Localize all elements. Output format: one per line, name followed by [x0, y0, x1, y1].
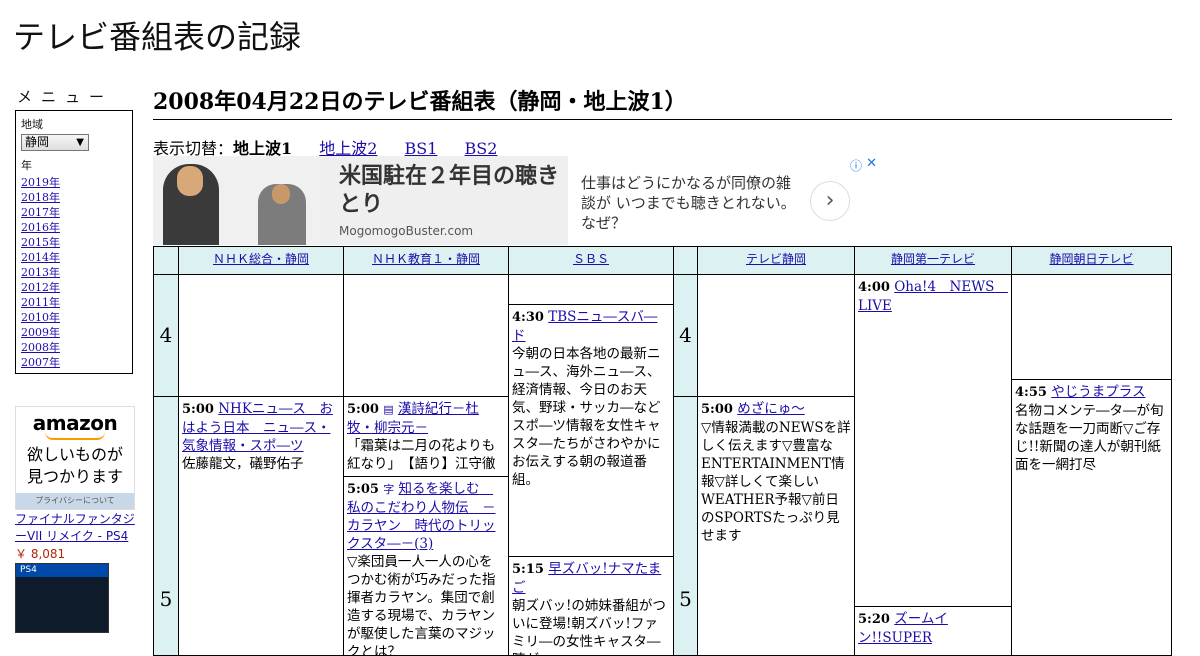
channel-link-daiichi[interactable]: 静岡第一テレビ [891, 252, 975, 266]
program-time: 5:00 [701, 402, 733, 417]
program-time: 5:20 [858, 612, 890, 627]
year-link-2018[interactable]: 2018年 [21, 191, 60, 204]
program-cell: 5:05 字 知るを楽しむ 私のこだわり人物伝 －カラヤン 時代のトリックスタ―… [343, 476, 509, 656]
program-cell: 5:20 ズームイン!!SUPER [854, 606, 1012, 656]
product-image[interactable]: PS4 [15, 563, 109, 633]
corner-cell [673, 246, 698, 275]
amazon-tagline-1: 欲しいものが [26, 445, 123, 464]
year-list: 2019年 2018年 2017年 2016年 2015年 2014年 2013… [21, 175, 132, 370]
program-time: 5:00 [182, 402, 214, 417]
page-heading: 2008年04月22日のテレビ番組表（静岡・地上波1） [153, 84, 1172, 120]
hour-cell: 4 [153, 274, 179, 397]
program-cell: 4:30 TBSニュ―スバ―ド 今朝の日本各地の最新ニュ―ス、海外ニュ―ス、経済… [508, 304, 674, 557]
amazon-ad[interactable]: amazon 欲しいものが 見つかります プライバシーについて [15, 406, 135, 510]
empty-slot [178, 274, 344, 397]
empty-slot [343, 274, 509, 397]
program-description: ▽情報満載のNEWSを詳しく伝えます▽豊富なENTERTAINMENT情報▽詳し… [701, 420, 851, 544]
channel-header: ＮＨＫ総合・静岡 [178, 246, 344, 275]
year-link-2010[interactable]: 2010年 [21, 311, 60, 324]
program-description: 名物コメンテ―タ―が旬な話題を一刀両断▽ご存じ!!新聞の達人が朝刊紙面を一網打尽 [1015, 403, 1164, 473]
program-time: 4:30 [512, 310, 544, 325]
year-link-2007[interactable]: 2007年 [21, 356, 60, 369]
channel-header: ＮＨＫ教育１・静岡 [343, 246, 509, 275]
channel-link-asahi[interactable]: 静岡朝日テレビ [1049, 252, 1133, 266]
epg-icon: ▤ [383, 403, 394, 416]
hour-cell: 4 [673, 274, 698, 397]
program-cell: 5:00 めざにゅ～ ▽情報満載のNEWSを詳しく伝えます▽豊富なENTERTA… [697, 396, 855, 656]
program-title-link[interactable]: やじうまプラス [1051, 384, 1145, 400]
banner-description: 仕事はどうにかなるが同僚の雑談が いつまでも聴きとれない。なぜ？ [581, 174, 796, 232]
ad-privacy-link[interactable]: プライバシーについて [16, 493, 134, 509]
year-link-2015[interactable]: 2015年 [21, 236, 60, 249]
program-description: 今朝の日本各地の最新ニュ―ス、海外ニュ―ス、経済情報、今日のお天気、野球・サッカ… [512, 346, 661, 488]
program-description: ▽楽団員一人一人の心をつかむ術が巧みだった指揮者カラヤン。集団で創造する現場で、… [347, 554, 496, 656]
channel-link-nhk-edu[interactable]: ＮＨＫ教育１・静岡 [372, 252, 480, 266]
year-label: 年 [21, 159, 32, 172]
amazon-logo: amazon [32, 411, 118, 435]
product-link[interactable]: ファイナルファンタジーVII リメイク - PS4 [15, 511, 140, 545]
empty-slot [508, 274, 674, 305]
year-link-2008[interactable]: 2008年 [21, 341, 60, 354]
region-label: 地域 [21, 118, 43, 131]
menu-title: メニュー [17, 88, 114, 106]
ad-info-icon[interactable]: ⓘ [850, 157, 862, 174]
site-title: テレビ番組表の記録 [13, 18, 302, 56]
menu-box: 地域 静岡 ▼ 年 2019年 2018年 2017年 2016年 2015年 … [15, 110, 133, 374]
empty-slot [1011, 274, 1172, 380]
program-time: 4:00 [858, 280, 890, 295]
year-link-2009[interactable]: 2009年 [21, 326, 60, 339]
year-link-2011[interactable]: 2011年 [21, 296, 60, 309]
banner-domain: MogomogoBuster.com [339, 224, 474, 238]
program-description: 「霜葉は二月の花よりも紅なり」 【語り】江守徹 [347, 438, 496, 472]
year-link-2013[interactable]: 2013年 [21, 266, 60, 279]
region-select-value: 静岡 [25, 135, 50, 149]
hour-cell: 5 [673, 396, 698, 656]
banner-ad-image [153, 156, 325, 245]
year-link-2016[interactable]: 2016年 [21, 221, 60, 234]
caption-icon: 字 [383, 483, 395, 496]
year-link-2017[interactable]: 2017年 [21, 206, 60, 219]
amazon-tagline-2: 見つかります [26, 467, 123, 486]
channel-link-nhk-sogo[interactable]: ＮＨＫ総合・静岡 [213, 252, 309, 266]
banner-headline: 米国駐在２年目の聴きとり [339, 164, 560, 217]
program-time: 5:00 [347, 402, 379, 417]
ps4-badge: PS4 [16, 564, 108, 577]
program-description: 佐藤龍文，礒野佑子 [182, 456, 304, 472]
program-time: 4:55 [1015, 385, 1047, 400]
region-select[interactable]: 静岡 ▼ [21, 134, 89, 151]
channel-header: ＳＢＳ [508, 246, 674, 275]
program-time: 5:15 [512, 562, 544, 577]
year-link-2014[interactable]: 2014年 [21, 251, 60, 264]
chevron-right-icon[interactable]: › [810, 181, 850, 221]
program-cell: 4:55 やじうまプラス 名物コメンテ―タ―が旬な話題を一刀両断▽ご存じ!!新聞… [1011, 379, 1172, 656]
program-cell: 4:00 Oha!4 NEWS LIVE [854, 274, 1012, 607]
program-cell: 5:00 ▤ 漢詩紀行－杜牧・柳宗元－ 「霜葉は二月の花よりも紅なり」 【語り】… [343, 396, 509, 477]
channel-link-sut[interactable]: テレビ静岡 [746, 252, 806, 266]
ad-close-icon[interactable]: ✕ [866, 156, 877, 171]
banner-ad[interactable]: 米国駐在２年目の聴きとり MogomogoBuster.com 仕事はどうにかな… [153, 156, 880, 245]
year-link-2012[interactable]: 2012年 [21, 281, 60, 294]
program-cell: 5:15 早ズバッ!ナマたまご 朝ズバッ!の姉妹番組がついに登場!朝ズバッ!ファ… [508, 556, 674, 656]
channel-header: テレビ静岡 [697, 246, 855, 275]
corner-cell [153, 246, 179, 275]
chevron-down-icon: ▼ [76, 137, 84, 148]
channel-header: 静岡第一テレビ [854, 246, 1012, 275]
program-time: 5:05 [347, 482, 379, 497]
program-description: 朝ズバッ!の姉妹番組がついに登場!朝ズバッ!ファミリ―の女性キャスタ―陣が [512, 598, 666, 655]
channel-header: 静岡朝日テレビ [1011, 246, 1172, 275]
product-price: ￥ 8,081 [15, 547, 66, 561]
channel-link-sbs[interactable]: ＳＢＳ [573, 252, 609, 266]
program-title-link[interactable]: めざにゅ～ [737, 401, 805, 417]
empty-slot [697, 274, 855, 397]
year-link-2019[interactable]: 2019年 [21, 176, 60, 189]
program-cell: 5:00 NHKニュ―ス おはよう日本 ニュ―ス・気象情報・スポ―ツ 佐藤龍文，… [178, 396, 344, 656]
hour-cell: 5 [153, 396, 179, 656]
schedule-grid: ＮＨＫ総合・静岡 ＮＨＫ教育１・静岡 ＳＢＳ テレビ静岡 静岡第一テレビ 静岡朝… [153, 246, 1172, 656]
